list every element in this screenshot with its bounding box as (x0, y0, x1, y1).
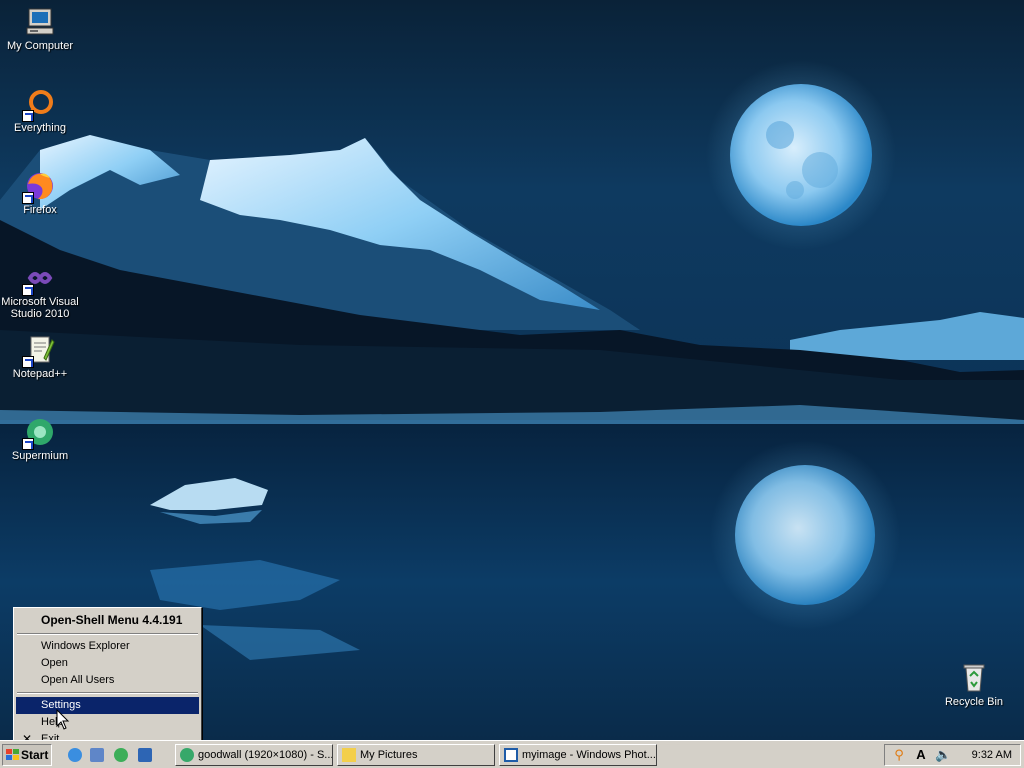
menu-header: Open-Shell Menu 4.4.191 (41, 613, 183, 627)
search-icon[interactable]: ⚲ (891, 747, 907, 763)
desktop-icon-everything[interactable]: Everything (0, 88, 80, 134)
menu-item-open[interactable]: Open (16, 655, 199, 672)
task-button-myimage[interactable]: myimage - Windows Phot... (499, 744, 657, 766)
internet-explorer-icon[interactable] (68, 748, 82, 762)
notepad-plus-plus-icon (22, 334, 56, 368)
desktop-icon-notepad-plus-plus[interactable]: Notepad++ (0, 334, 80, 380)
system-tray: ⚲ A 🔈 9:32 AM (884, 744, 1021, 766)
firefox-icon (22, 170, 56, 204)
desktop-icon-label: My Computer (6, 40, 74, 52)
supermium-icon (22, 416, 56, 450)
menu-item-settings[interactable]: Settings (16, 697, 199, 714)
task-label: goodwall (1920×1080) - S... (198, 749, 333, 761)
menu-item-windows-explorer[interactable]: Windows Explorer (16, 638, 199, 655)
shortcut-arrow-icon (22, 110, 34, 122)
desktop-icon-label: Recycle Bin (944, 696, 1004, 708)
refresh-icon[interactable] (114, 748, 128, 762)
task-button-my-pictures[interactable]: My Pictures (337, 744, 495, 766)
desktop-icon-label: Microsoft Visual Studio 2010 (1, 296, 79, 320)
start-button[interactable]: Start (2, 744, 52, 766)
desktop-icon-label: Supermium (11, 450, 69, 462)
volume-icon[interactable]: 🔈 (935, 747, 951, 763)
shortcut-arrow-icon (22, 438, 34, 450)
shortcut-arrow-icon (22, 192, 34, 204)
menu-item-open-all-users[interactable]: Open All Users (16, 672, 199, 689)
clock[interactable]: 9:32 AM (972, 745, 1012, 765)
my-computer-icon (24, 6, 56, 38)
everything-icon (22, 88, 56, 122)
start-context-menu: Open-Shell Menu 4.4.191 Windows Explorer… (13, 607, 202, 752)
desktop-icon-label: Notepad++ (12, 368, 68, 380)
show-desktop-icon[interactable] (90, 748, 104, 762)
image-viewer-icon (180, 748, 194, 762)
taskbar: Start goodwall (1920×1080) - S... My Pic… (0, 740, 1024, 768)
visual-studio-icon (22, 262, 56, 296)
desktop-icon-label: Firefox (23, 204, 57, 216)
desktop-icon-supermium[interactable]: Supermium (0, 416, 80, 462)
task-label: myimage - Windows Phot... (522, 749, 656, 761)
desktop-icon-firefox[interactable]: Firefox (0, 170, 80, 216)
desktop-icon-my-computer[interactable]: My Computer (0, 6, 80, 52)
start-label: Start (21, 748, 49, 762)
menu-item-help[interactable]: Help (16, 714, 199, 731)
mouse-pointer-icon (56, 709, 70, 730)
desktop-icon-label: Everything (14, 122, 66, 134)
folder-icon (342, 748, 356, 762)
recycle-bin-icon (958, 662, 990, 694)
task-button-goodwall[interactable]: goodwall (1920×1080) - S... (175, 744, 333, 766)
photo-viewer-icon (504, 748, 518, 762)
language-icon[interactable]: A (913, 747, 929, 763)
desktop-icon-visual-studio[interactable]: Microsoft Visual Studio 2010 (0, 262, 80, 320)
shortcut-arrow-icon (22, 356, 34, 368)
menu-separator (17, 692, 198, 694)
shortcut-arrow-icon (22, 284, 34, 296)
menu-separator (17, 633, 198, 635)
start-logo-icon (6, 749, 19, 760)
task-label: My Pictures (360, 749, 418, 761)
window-switch-icon[interactable] (138, 748, 152, 762)
desktop-icon-recycle-bin[interactable]: Recycle Bin (934, 662, 1014, 708)
